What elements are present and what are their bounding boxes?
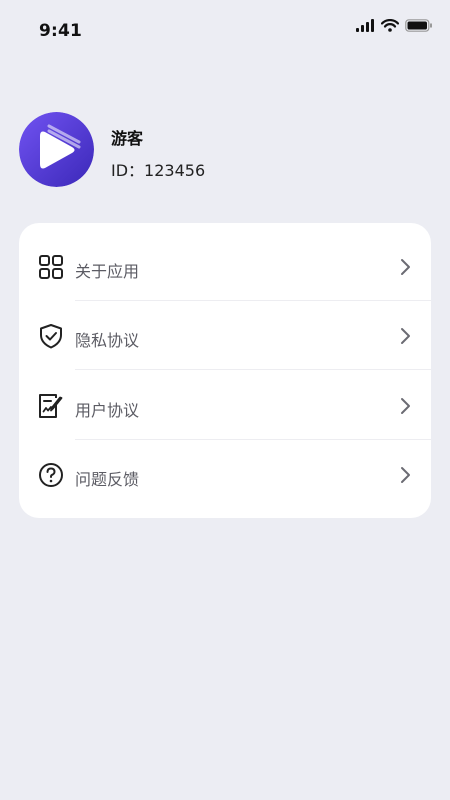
- chevron-right-icon: [401, 467, 410, 483]
- wifi-icon: [381, 19, 399, 32]
- grid-icon: [39, 255, 63, 279]
- chevron-right-icon: [401, 328, 410, 344]
- divider: [75, 369, 431, 370]
- avatar[interactable]: [19, 112, 94, 187]
- menu-item-label: 隐私协议: [75, 331, 140, 350]
- battery-icon: [405, 19, 432, 32]
- status-time: 9:41: [39, 21, 83, 41]
- shield-check-icon: [40, 324, 62, 349]
- menu-item-label: 用户协议: [75, 401, 140, 420]
- menu-item-about-app[interactable]: 关于应用: [19, 232, 431, 302]
- chevron-right-icon: [401, 398, 410, 414]
- menu-item-label: 问题反馈: [75, 470, 140, 489]
- menu-item-label: 关于应用: [75, 262, 140, 281]
- question-circle-icon: [39, 463, 63, 487]
- chevron-right-icon: [401, 259, 410, 275]
- contract-pen-icon: [39, 394, 63, 418]
- menu-item-feedback[interactable]: 问题反馈: [19, 440, 431, 510]
- status-bar: 9:41: [0, 0, 450, 62]
- username: 游客: [111, 129, 144, 148]
- settings-menu-card: 关于应用 隐私协议 用户协议 问题反馈: [19, 223, 431, 518]
- app-logo-icon: [19, 112, 94, 187]
- user-id: ID：123456: [111, 161, 206, 180]
- menu-item-user-agreement[interactable]: 用户协议: [19, 371, 431, 441]
- signal-icon: [356, 19, 374, 32]
- menu-item-privacy-policy[interactable]: 隐私协议: [19, 301, 431, 371]
- status-icons: [356, 19, 433, 32]
- user-profile: 游客 ID：123456: [19, 112, 431, 188]
